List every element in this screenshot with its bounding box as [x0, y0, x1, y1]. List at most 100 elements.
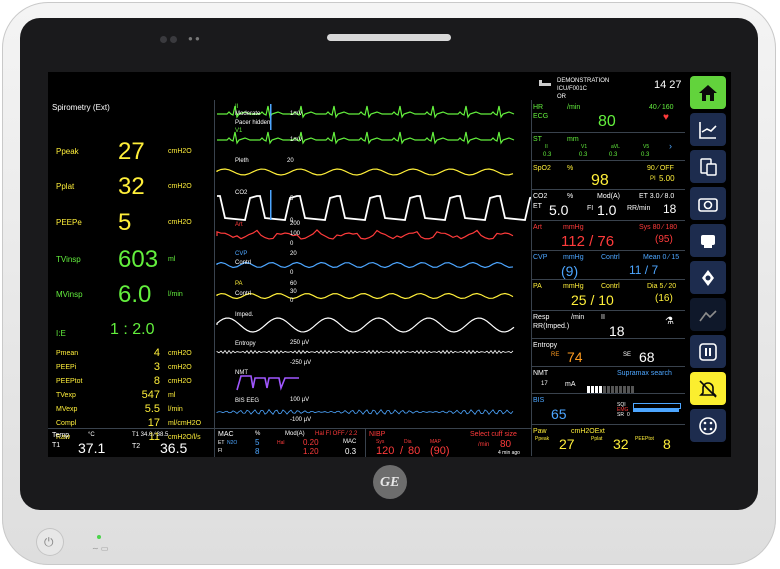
temp-panel[interactable]: Temp °C T1 37.1 T1 34.0 ⁄ 38.5 T2 36.5 [48, 429, 214, 457]
t1-label: T1 [52, 442, 61, 449]
chevron-right-icon[interactable]: › [669, 142, 672, 151]
spo2-panel[interactable]: SpO2 % 90 ⁄ OFF PI 5.00 98 [531, 161, 685, 189]
camera [160, 30, 182, 43]
monitor-button[interactable] [690, 224, 726, 257]
paw-panel[interactable]: Paw cmH2OExt Ppeak 27 Pplat 32 PEEPtot 8 [531, 425, 685, 456]
st-lead: V1 [581, 144, 588, 150]
home-button[interactable] [690, 76, 726, 109]
st-lead: aVL [611, 144, 620, 150]
spiro-param-label: MVinsp [56, 290, 83, 299]
co2-panel[interactable]: CO2 % Mod(A) ET 3.0 ⁄ 8.0 ET 5.0 FI 1.0 … [531, 190, 685, 220]
monitor-icon [701, 234, 715, 248]
spiro-small-unit: ml [168, 392, 176, 399]
pa-label: PA [533, 283, 542, 290]
n2o-fi: 8 [255, 447, 260, 456]
cvp-top: 20 [290, 251, 297, 257]
ecg-lead2-label: V1 [235, 128, 243, 134]
mac-mod: Mod(A) [285, 431, 305, 437]
art-panel[interactable]: Art mmHg Sys 80 ⁄ 180 112 / 76 (95) [531, 221, 685, 250]
spiro-param-value: 5 [118, 209, 132, 236]
st-panel[interactable]: ST mm II 0.3 V1 0.3 aVL 0.3 V5 0.3 › [531, 133, 685, 160]
devices-button[interactable] [690, 150, 726, 183]
spiro-param-value: 1 : 2.0 [110, 321, 155, 338]
co2-et-value: 5.0 [549, 202, 569, 218]
menu-icon [699, 416, 717, 435]
nmt-wave-label: NMT [235, 370, 248, 376]
st-lead: II [545, 144, 548, 150]
pa-top: 60 [290, 281, 297, 287]
menu-button[interactable] [690, 409, 726, 442]
bis-value: 65 [551, 406, 567, 422]
entropy-panel[interactable]: Entropy RE 74 SE 68 [531, 339, 685, 366]
spiro-param-value: 27 [118, 138, 145, 165]
bottom-strip[interactable]: Temp °C T1 37.1 T1 34.0 ⁄ 38.5 T2 36.5 M… [48, 428, 531, 457]
co2-label: CO2 [533, 193, 548, 200]
st-lead: V5 [643, 144, 650, 150]
entropy-bottom: -250 µV [290, 360, 312, 366]
nibp-panel[interactable]: NIBP Select cuff size Sys Dia MAP 120 / … [366, 429, 531, 457]
bis-panel[interactable]: BIS 65 SQI EMG SR 0 [531, 394, 685, 424]
sr-value: 0 [627, 412, 630, 418]
lungs-icon: ⚗ [665, 316, 674, 327]
power-button[interactable]: ⏻ [36, 528, 64, 556]
ge-logo: GE [373, 465, 407, 499]
pa-bottom: 0 [290, 298, 294, 304]
trend-button[interactable] [690, 113, 726, 146]
art-label: Art [533, 224, 542, 231]
pi-value: 5.00 [659, 174, 675, 183]
co2-wave-label: CO2 [235, 190, 248, 196]
spiro-small-unit: cmH2O [168, 378, 192, 385]
ac-power-icon: ∼ ▭ [92, 544, 109, 553]
resp-panel[interactable]: Resp /min II RR(Imped.) 18 ⚗ [531, 311, 685, 338]
nibp-interval-label: /min [478, 442, 490, 448]
spirometry-title: Spirometry (Ext) [52, 103, 110, 112]
cvp-label: CVP [533, 254, 548, 261]
spo2-unit: % [567, 165, 574, 172]
monitor-screen: DEMONSTRATION ICU/F001C OR 14 27 Spirome… [48, 72, 731, 457]
rr-label: RR/min [627, 205, 651, 212]
cvp-panel[interactable]: CVP mmHg Contrl Mean 0 ⁄ 15 (9) 11 / 7 [531, 251, 685, 279]
spiro-small-unit: l/min [168, 406, 183, 413]
re-value: 74 [567, 349, 583, 365]
st-unit: mm [567, 136, 579, 143]
temp-label: Temp [52, 432, 70, 439]
mac-panel[interactable]: MAC % Mod(A) Hal FI OFF ⁄ 2.2 ET FI N2O … [215, 429, 365, 457]
st-label: ST [533, 136, 542, 143]
entropy-wave-label: Entropy [235, 341, 256, 347]
bed-icon [539, 80, 551, 86]
camera-button[interactable] [690, 187, 726, 220]
spiro-small-value: 4 [153, 347, 160, 359]
procedures-button[interactable] [690, 298, 726, 331]
co2-unit: % [567, 193, 574, 200]
hr-panel[interactable]: HR /min ECG 40 ⁄ 160 80 ♥ [531, 100, 685, 132]
pause-button[interactable] [690, 335, 726, 368]
spirometry-panel[interactable]: Spirometry (Ext) Ppeak 27 cmH2O Pplat 32 cmH2… [48, 100, 214, 456]
cvp-mean: (9) [561, 263, 579, 279]
mac-pct: % [255, 431, 261, 437]
hemodynamic-button[interactable] [690, 261, 726, 294]
spiro-param-label: PEEPe [56, 218, 82, 227]
parameter-column[interactable]: HR /min ECG 40 ⁄ 160 80 ♥ ST mm II 0.3 V1 0… [531, 100, 685, 456]
alarm-silence-button[interactable] [690, 372, 726, 405]
spiro-param-value: 32 [118, 173, 145, 200]
t1-value: 37.1 [78, 440, 106, 456]
re-label: RE [551, 352, 560, 358]
nmt-panel[interactable]: NMT Supramax search 17 mA [531, 367, 685, 394]
trend-icon [699, 121, 717, 139]
art-value: 112 / 76 [561, 233, 615, 250]
art-wave-label: Art [235, 222, 243, 228]
ecg-scale1: 1mV [290, 111, 303, 117]
mac-value-label: MAC [343, 439, 357, 445]
spiro-param-unit: ml [168, 256, 176, 263]
mac-fi-label: FI [218, 448, 223, 454]
paw-label: Paw [533, 428, 547, 435]
spiro-small-label: Compl [56, 420, 77, 427]
pa-panel[interactable]: PA mmHg Contrl Dia 5 ⁄ 20 25 / 10 (16) [531, 280, 685, 310]
resp-lead: II [601, 314, 605, 321]
alarm-silence-icon [699, 379, 717, 398]
cvp-bottom: 0 [290, 270, 294, 276]
waveform-area[interactable]: II Moderate 1mV Pacer hidden V1 1mV Plet… [215, 100, 538, 428]
pi-label: PI [650, 176, 656, 182]
sr-label: SR [617, 412, 624, 418]
t2-value: 36.5 [160, 440, 188, 456]
